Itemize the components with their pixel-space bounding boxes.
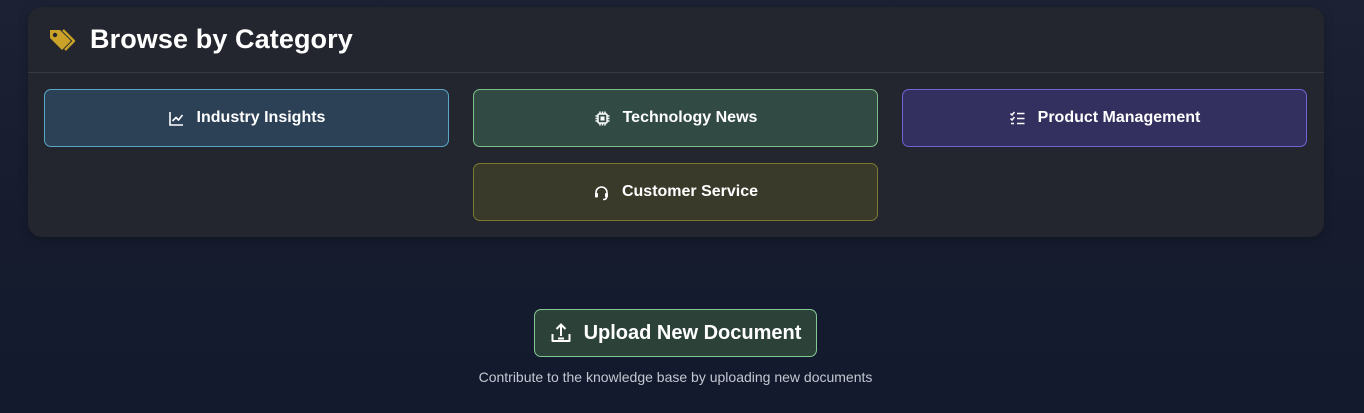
checklist-icon xyxy=(1009,109,1027,127)
chip-icon xyxy=(594,109,612,127)
category-label: Customer Service xyxy=(621,183,759,200)
category-label: Technology News xyxy=(622,109,758,126)
panel-title: Browse by Category xyxy=(90,24,353,54)
category-customer-service-button[interactable]: Customer Service xyxy=(473,163,878,221)
tag-icon xyxy=(46,24,78,56)
upload-document-button[interactable]: Upload New Document xyxy=(534,309,817,357)
category-label: Industry Insights xyxy=(196,109,326,126)
upload-button-label: Upload New Document xyxy=(583,321,802,344)
upload-hint-text: Contribute to the knowledge base by uplo… xyxy=(478,369,873,385)
headset-icon xyxy=(593,183,611,201)
upload-icon xyxy=(550,322,572,344)
category-product-management-button[interactable]: Product Management xyxy=(902,89,1307,147)
category-industry-insights-button[interactable]: Industry Insights xyxy=(44,89,449,147)
chart-line-icon xyxy=(168,109,186,127)
category-technology-news-button[interactable]: Technology News xyxy=(473,89,878,147)
browse-category-panel: Browse by Category Industry Insights Tec… xyxy=(28,7,1324,237)
panel-header: Browse by Category xyxy=(28,7,1324,73)
category-label: Product Management xyxy=(1037,109,1201,126)
